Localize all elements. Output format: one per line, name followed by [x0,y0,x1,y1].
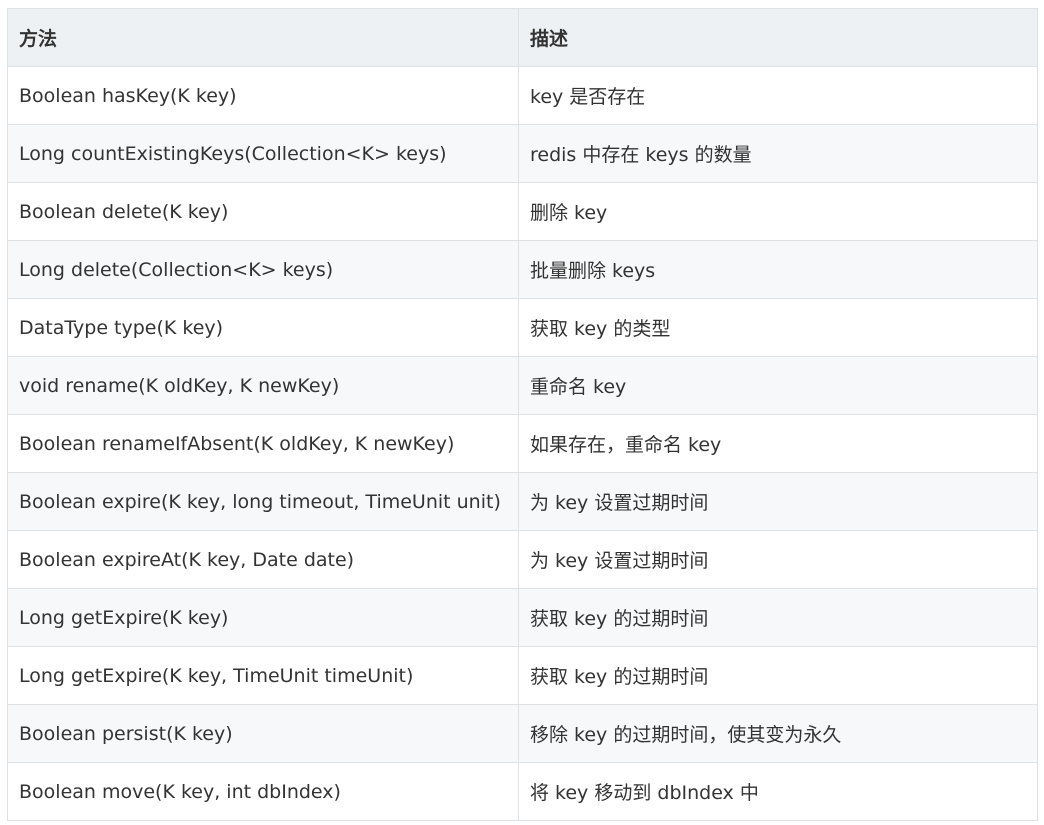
method-cell: Boolean renameIfAbsent(K oldKey, K newKe… [7,414,519,473]
table-row: Boolean expire(K key, long timeout, Time… [7,472,1038,531]
table-header: 方法 描述 [7,8,1038,67]
table-row: Boolean move(K key, int dbIndex) 将 key 移… [7,762,1038,821]
description-cell: 获取 key 的过期时间 [518,588,1038,647]
description-cell: 将 key 移动到 dbIndex 中 [518,762,1038,821]
description-cell: 获取 key 的过期时间 [518,646,1038,705]
description-cell: 获取 key 的类型 [518,298,1038,357]
table-row: Boolean renameIfAbsent(K oldKey, K newKe… [7,414,1038,473]
method-cell: Boolean expire(K key, long timeout, Time… [7,472,519,531]
method-cell: Boolean delete(K key) [7,182,519,241]
method-cell: Boolean move(K key, int dbIndex) [7,762,519,821]
header-row: 方法 描述 [7,8,1038,67]
method-cell: Boolean expireAt(K key, Date date) [7,530,519,589]
header-method: 方法 [7,8,519,67]
description-cell: 移除 key 的过期时间，使其变为永久 [518,704,1038,763]
description-cell: key 是否存在 [518,66,1038,125]
description-cell: 批量删除 keys [518,240,1038,299]
table-row: Boolean hasKey(K key) key 是否存在 [7,66,1038,125]
table-row: Boolean delete(K key) 删除 key [7,182,1038,241]
table-row: Boolean expireAt(K key, Date date) 为 key… [7,530,1038,589]
method-cell: Boolean persist(K key) [7,704,519,763]
table-row: Boolean persist(K key) 移除 key 的过期时间，使其变为… [7,704,1038,763]
header-description: 描述 [518,8,1038,67]
table-row: Long getExpire(K key) 获取 key 的过期时间 [7,588,1038,647]
description-cell: 重命名 key [518,356,1038,415]
method-cell: Long countExistingKeys(Collection<K> key… [7,124,519,183]
methods-table: 方法 描述 Boolean hasKey(K key) key 是否存在 Lon… [7,8,1038,821]
methods-table-container: 方法 描述 Boolean hasKey(K key) key 是否存在 Lon… [7,8,1038,821]
description-cell: 如果存在，重命名 key [518,414,1038,473]
method-cell: DataType type(K key) [7,298,519,357]
table-row: DataType type(K key) 获取 key 的类型 [7,298,1038,357]
method-cell: Long delete(Collection<K> keys) [7,240,519,299]
description-cell: 为 key 设置过期时间 [518,472,1038,531]
description-cell: redis 中存在 keys 的数量 [518,124,1038,183]
description-cell: 删除 key [518,182,1038,241]
method-cell: Long getExpire(K key, TimeUnit timeUnit) [7,646,519,705]
table-row: void rename(K oldKey, K newKey) 重命名 key [7,356,1038,415]
method-cell: void rename(K oldKey, K newKey) [7,356,519,415]
method-cell: Boolean hasKey(K key) [7,66,519,125]
description-cell: 为 key 设置过期时间 [518,530,1038,589]
table-row: Long getExpire(K key, TimeUnit timeUnit)… [7,646,1038,705]
table-row: Long countExistingKeys(Collection<K> key… [7,124,1038,183]
table-body: Boolean hasKey(K key) key 是否存在 Long coun… [7,66,1038,821]
method-cell: Long getExpire(K key) [7,588,519,647]
table-row: Long delete(Collection<K> keys) 批量删除 key… [7,240,1038,299]
